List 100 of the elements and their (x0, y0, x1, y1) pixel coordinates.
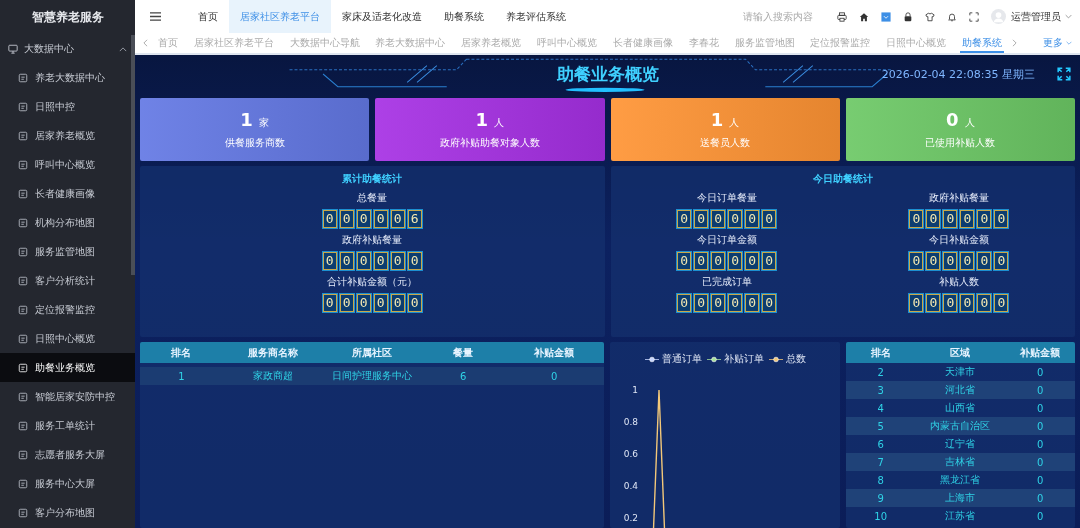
table-cell-text: 8 (876, 474, 885, 486)
counter-digit: 0 (677, 210, 692, 228)
table-row[interactable]: 8 黑龙江省 0 (846, 471, 1075, 489)
counter-digit: 0 (356, 210, 371, 228)
sidebar-item[interactable]: 客户分布地图 (0, 498, 135, 527)
sidebar-item[interactable]: 日照中控 (0, 92, 135, 121)
counter-digit: 0 (407, 252, 422, 270)
nav-tab[interactable]: 家床及适老化改造 (331, 0, 433, 33)
document-icon (18, 72, 28, 83)
counter-digit: 0 (711, 210, 726, 228)
sidebar-item[interactable]: 定位报警监控 (0, 295, 135, 324)
counter-digit: 0 (745, 294, 760, 312)
axis-tick-label: 0.4 (623, 480, 638, 493)
document-icon (18, 304, 28, 315)
nav-tab[interactable]: 养老评估系统 (495, 0, 577, 33)
table-cell-text: 2 (876, 366, 885, 378)
sidebar-item[interactable]: 助餐业务概览 (0, 353, 135, 382)
table-row[interactable]: 2 天津市 0 (846, 363, 1075, 381)
sidebar-item[interactable]: 呼叫中心概览 (0, 150, 135, 179)
table-cell-text: 0 (1036, 474, 1045, 486)
scrollbar[interactable] (131, 35, 135, 275)
stat-unit: 人 (494, 116, 505, 130)
stat-label: 供餐服务商数 (224, 136, 285, 150)
page-tab[interactable]: 助餐系统 (959, 33, 1004, 53)
counter-digit: 0 (339, 252, 354, 270)
counter-digit: 0 (373, 252, 388, 270)
table-cell-text: 7 (876, 456, 885, 468)
counter-digit: 0 (322, 294, 337, 312)
counter-digit: 0 (745, 210, 760, 228)
axis-tick-label: 0.8 (623, 416, 638, 429)
stat-unit: 人 (964, 116, 975, 130)
counter-digit: 0 (322, 252, 337, 270)
table-row[interactable]: 1 家政商超 日间护理服务中心 6 0 (140, 367, 604, 385)
column-header: 餐量 (452, 345, 475, 360)
dropdown-icon[interactable] (881, 11, 891, 22)
fullscreen-icon[interactable] (1057, 67, 1071, 81)
user-name[interactable]: 运营管理员 (1011, 9, 1061, 24)
lock-icon[interactable] (903, 11, 913, 22)
counter-digit: 0 (745, 252, 760, 270)
sidebar-item[interactable]: 客户分析统计 (0, 266, 135, 295)
table-cell-text: 0 (1036, 456, 1045, 468)
table-row[interactable]: 9 上海市 0 (846, 489, 1075, 507)
sidebar-item[interactable]: 养老大数据中心 (0, 63, 135, 92)
counter-label: 今日订单餐量 (696, 191, 757, 205)
counter-label: 政府补贴餐量 (928, 191, 989, 205)
sidebar-item[interactable]: 居家养老概览 (0, 121, 135, 150)
table-cell-text: 江苏省 (944, 509, 977, 523)
menu-group[interactable]: 大数据中心 (0, 35, 135, 63)
counter-digit: 0 (960, 210, 975, 228)
counter-digit: 0 (926, 210, 941, 228)
stat-unit: 家 (258, 116, 269, 130)
table-cell-text: 0 (550, 370, 559, 382)
counter-digit: 0 (909, 252, 924, 270)
table-row[interactable]: 5 内蒙古自治区 0 (846, 417, 1075, 435)
table-row[interactable]: 7 吉林省 0 (846, 453, 1075, 471)
table-row[interactable]: 3 河北省 0 (846, 381, 1075, 399)
bell-icon[interactable] (947, 11, 957, 22)
counter-digit: 0 (677, 252, 692, 270)
stat-label: 政府补贴助餐对象人数 (439, 136, 540, 150)
legend-label: 普通订单 (661, 352, 702, 366)
stat-unit: 人 (729, 116, 740, 130)
counter-digit: 0 (926, 252, 941, 270)
document-icon (18, 449, 28, 460)
table-row[interactable]: 10 江苏省 0 (846, 507, 1075, 525)
home-icon[interactable] (859, 11, 869, 22)
column-header: 服务商名称 (246, 345, 299, 360)
sidebar-item[interactable]: 智能居家安防中控 (0, 382, 135, 411)
document-icon (18, 420, 28, 431)
printer-icon[interactable] (837, 11, 847, 22)
stat-value: 1 (710, 109, 724, 130)
counter-digit: 0 (977, 252, 992, 270)
document-icon (18, 246, 28, 257)
nav-tab[interactable]: 助餐系统 (433, 0, 495, 33)
app-title: 智慧养老服务 (30, 9, 105, 26)
shirt-icon[interactable] (925, 11, 935, 22)
sidebar-item[interactable]: 服务中心大屏 (0, 469, 135, 498)
menu-icon[interactable] (149, 11, 162, 22)
counter-digit: 0 (728, 294, 743, 312)
sidebar-item[interactable]: 志愿者服务大屏 (0, 440, 135, 469)
sidebar-item[interactable]: 服务工单统计 (0, 411, 135, 440)
sidebar-item[interactable]: 服务监管地图 (0, 237, 135, 266)
nav-tab[interactable]: 首页 (187, 0, 229, 33)
table-cell-text: 0 (1036, 402, 1045, 414)
counter-digit: 0 (694, 252, 709, 270)
more-menu[interactable]: 更多 (1043, 36, 1063, 50)
table-cell-text: 辽宁省 (944, 437, 977, 451)
table-cell-text: 日间护理服务中心 (331, 369, 413, 383)
table-cell-text: 9 (876, 492, 885, 504)
table-row[interactable]: 4 山西省 0 (846, 399, 1075, 417)
sidebar-item[interactable]: 机构分布地图 (0, 208, 135, 237)
counter-digit: 0 (762, 294, 777, 312)
counter-digit: 0 (977, 294, 992, 312)
sidebar-item[interactable]: 日照中心概览 (0, 324, 135, 353)
axis-tick-label: 1 (632, 384, 638, 397)
sidebar-item[interactable]: 长者健康画像 (0, 179, 135, 208)
table-cell-text: 3 (876, 384, 885, 396)
counter-digit: 0 (762, 252, 777, 270)
table-row[interactable]: 6 辽宁省 0 (846, 435, 1075, 453)
axis-tick-label: 0.6 (623, 448, 638, 461)
counter-digit: 0 (407, 294, 422, 312)
